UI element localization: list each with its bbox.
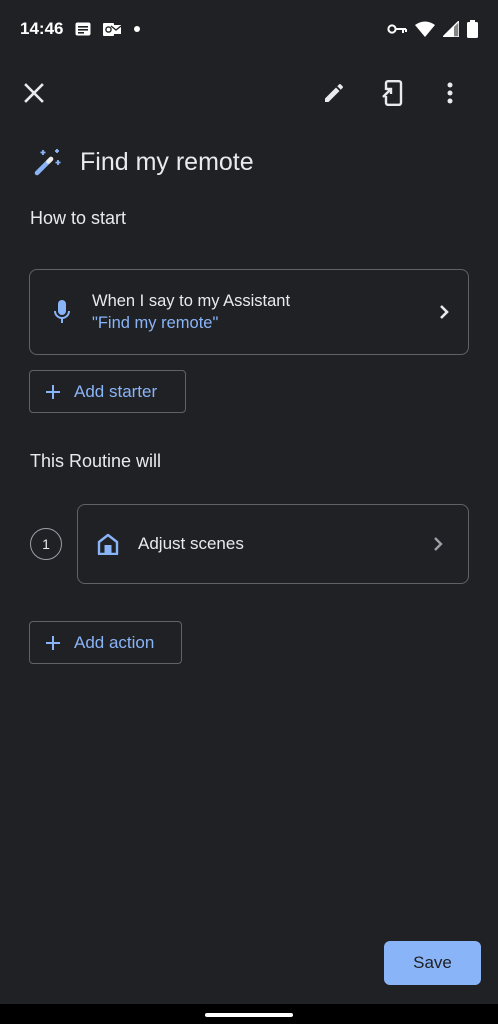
home-icon [78,533,138,555]
pencil-icon [322,81,346,105]
battery-icon [467,20,478,38]
status-time: 14:46 [20,19,64,38]
routine-editor-screen: 14:46 Find my remote How to start When I… [0,0,498,1024]
action-label: Adjust scenes [138,534,244,553]
starter-card[interactable]: When I say to my Assistant "Find my remo… [29,269,469,355]
plus-icon [46,384,60,399]
send-to-device-button[interactable] [367,68,417,118]
phone-cast-icon [380,80,404,106]
status-bar: 14:46 [0,0,498,58]
outlook-icon [103,22,122,37]
vpn-key-icon [387,23,407,35]
edit-name-button[interactable] [309,68,359,118]
starter-text: When I say to my Assistant "Find my remo… [92,290,420,334]
starter-title: When I say to my Assistant [92,292,291,310]
add-action-label: Add action [74,632,155,652]
how-to-start-heading: How to start [30,208,127,228]
system-nav-bar [0,1004,498,1024]
plus-icon [46,635,60,650]
chevron-right-icon [420,304,468,320]
status-right [387,20,478,38]
routine-title-row: Find my remote [30,140,254,184]
save-button[interactable]: Save [384,941,481,985]
chevron-right-icon [408,536,468,552]
status-left: 14:46 [20,19,141,39]
wifi-icon [415,21,435,37]
action-step-number: 1 [30,528,62,560]
more-options-button[interactable] [425,68,475,118]
dot-icon [133,25,141,33]
add-action-button[interactable]: Add action [29,621,182,664]
microphone-icon [32,300,92,324]
magic-wand-icon [30,144,66,180]
close-icon [24,83,44,103]
add-starter-button[interactable]: Add starter [29,370,186,413]
routine-actions-heading: This Routine will [30,451,162,471]
page-title[interactable]: Find my remote [80,148,254,177]
top-toolbar [0,68,498,118]
more-vert-icon [447,82,453,104]
news-icon [75,22,91,36]
starter-phrase: "Find my remote" [92,314,219,332]
signal-icon [443,21,459,37]
action-card-adjust-scenes[interactable]: Adjust scenes [77,504,469,584]
home-gesture-handle[interactable] [205,1013,293,1017]
add-starter-label: Add starter [74,381,158,401]
close-button[interactable] [9,68,59,118]
